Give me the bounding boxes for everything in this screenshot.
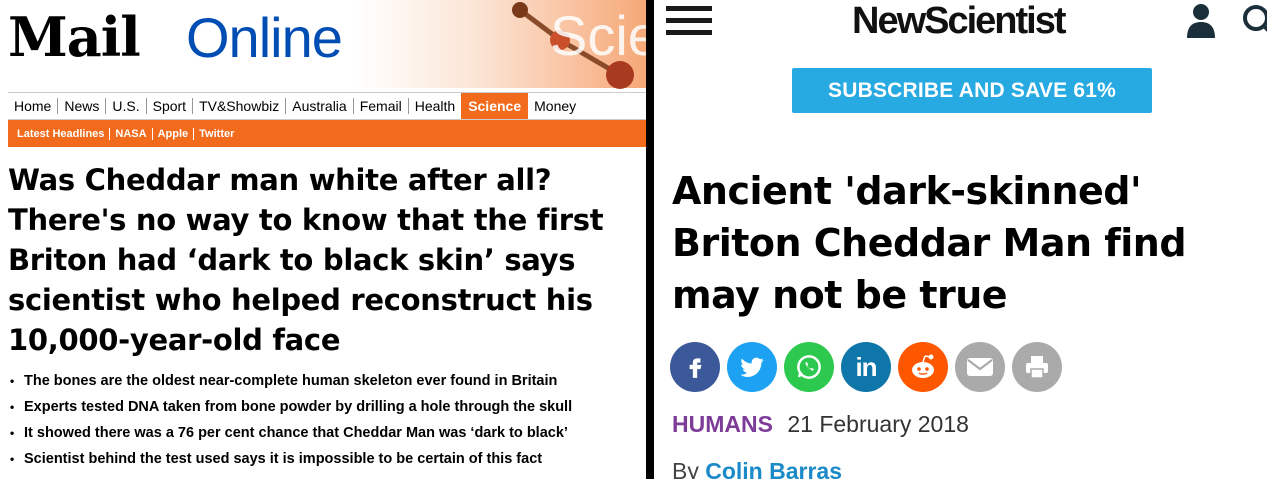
newscientist-screenshot: NewScientist SUBSCRIBE AND SAVE 61% Anci… [654, 0, 1267, 479]
twitter-icon[interactable] [727, 342, 777, 392]
byline-prefix: By [672, 458, 699, 479]
summary-bullet: The bones are the oldest near-complete h… [8, 368, 644, 394]
article-meta: HUMANS 21 February 2018 [672, 408, 969, 440]
whatsapp-icon[interactable] [784, 342, 834, 392]
nav-femail[interactable]: Femail [354, 98, 409, 114]
nav-news[interactable]: News [58, 98, 107, 114]
nav-tvshowbiz[interactable]: TV&Showbiz [193, 98, 287, 114]
mail-logo[interactable]: Mail [8, 2, 141, 72]
publish-date: 21 February 2018 [787, 411, 969, 437]
category-link[interactable]: HUMANS [672, 411, 773, 437]
newscientist-logo[interactable]: NewScientist [852, 0, 1067, 42]
author-link[interactable]: Colin Barras [705, 458, 842, 479]
email-icon[interactable] [955, 342, 1005, 392]
print-icon[interactable] [1012, 342, 1062, 392]
search-icon[interactable] [1240, 2, 1267, 38]
reddit-icon[interactable] [898, 342, 948, 392]
nav-home[interactable]: Home [8, 98, 59, 114]
facebook-icon[interactable] [670, 342, 720, 392]
subnav-twitter[interactable]: Twitter [194, 128, 239, 140]
subscribe-button[interactable]: SUBSCRIBE AND SAVE 61% [792, 68, 1152, 113]
nav-us[interactable]: U.S. [106, 98, 147, 114]
linkedin-icon[interactable]: in [841, 342, 891, 392]
section-banner-title: Scie [550, 4, 646, 67]
science-subnav: Latest Headlines NASA Apple Twitter [8, 120, 646, 147]
article-title: Ancient 'dark-skinned' Briton Cheddar Ma… [672, 169, 1187, 317]
share-bar: in [670, 342, 1062, 392]
online-logo[interactable]: Online [186, 6, 343, 70]
subnav-nasa[interactable]: NASA [110, 127, 153, 140]
summary-bullet: Experts tested DNA taken from bone powde… [8, 394, 644, 420]
nav-health[interactable]: Health [409, 98, 461, 114]
mailonline-screenshot: Mail Online Scie Home News U.S. Sport TV… [0, 0, 646, 479]
subnav-apple[interactable]: Apple [153, 127, 195, 140]
article-headline: Was Cheddar man white after all? There's… [8, 163, 604, 357]
masthead: Mail Online Scie [0, 0, 646, 89]
nav-sport[interactable]: Sport [147, 98, 194, 114]
main-nav: Home News U.S. Sport TV&Showbiz Australi… [8, 92, 646, 120]
nav-science[interactable]: Science [461, 93, 529, 119]
nav-money[interactable]: Money [528, 98, 582, 114]
panel-divider [646, 0, 654, 479]
summary-bullet: It showed there was a 76 per cent chance… [8, 420, 644, 446]
article-summary-bullets: The bones are the oldest near-complete h… [8, 368, 644, 472]
subnav-latest-headlines[interactable]: Latest Headlines [12, 127, 111, 140]
hamburger-menu-icon[interactable] [666, 6, 712, 36]
nav-australia[interactable]: Australia [286, 98, 354, 114]
byline: By Colin Barras [672, 456, 842, 479]
user-account-icon[interactable] [1184, 2, 1218, 38]
summary-bullet: Scientist behind the test used says it i… [8, 446, 644, 472]
